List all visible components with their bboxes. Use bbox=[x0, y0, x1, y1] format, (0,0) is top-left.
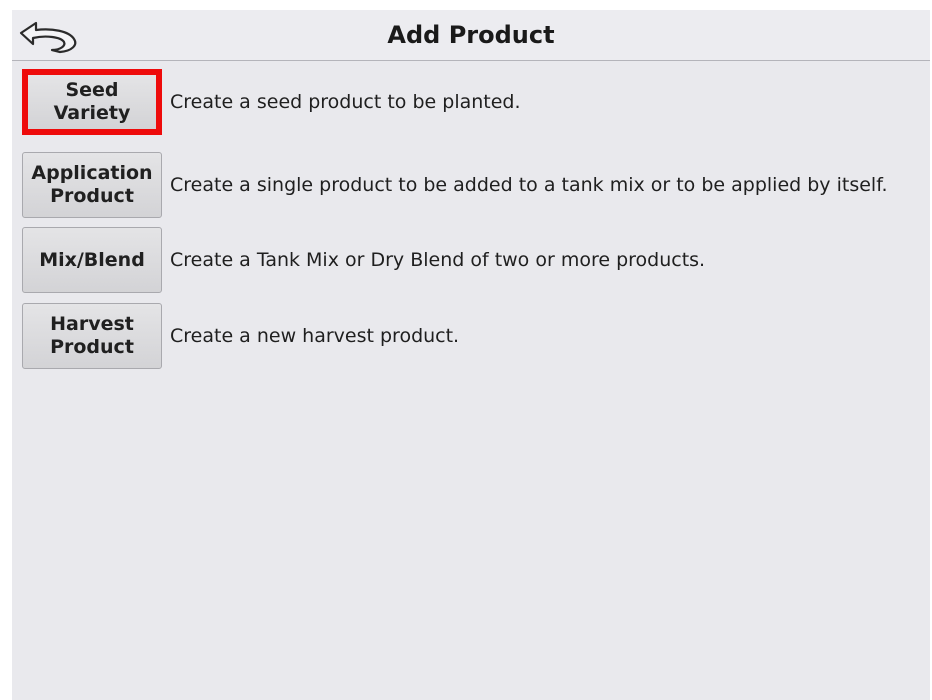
back-button[interactable] bbox=[16, 14, 80, 56]
back-arrow-icon bbox=[19, 21, 77, 54]
seed-variety-button[interactable]: Seed Variety bbox=[22, 69, 162, 135]
mix-blend-description: Create a Tank Mix or Dry Blend of two or… bbox=[170, 249, 706, 271]
application-product-description: Create a single product to be added to a… bbox=[170, 174, 888, 196]
option-application-product: Application Product Create a single prod… bbox=[22, 152, 922, 218]
page-title: Add Product bbox=[387, 21, 555, 49]
mix-blend-button[interactable]: Mix/Blend bbox=[22, 227, 162, 293]
seed-variety-description: Create a seed product to be planted. bbox=[170, 91, 521, 113]
header-bar: Add Product bbox=[12, 10, 930, 61]
option-seed-variety: Seed Variety Create a seed product to be… bbox=[22, 69, 922, 135]
add-product-screen: Add Product Seed Variety Create a seed p… bbox=[12, 10, 930, 700]
harvest-product-button[interactable]: Harvest Product bbox=[22, 303, 162, 369]
option-harvest-product: Harvest Product Create a new harvest pro… bbox=[22, 303, 922, 369]
application-product-button[interactable]: Application Product bbox=[22, 152, 162, 218]
harvest-product-description: Create a new harvest product. bbox=[170, 325, 460, 347]
option-mix-blend: Mix/Blend Create a Tank Mix or Dry Blend… bbox=[22, 227, 922, 293]
